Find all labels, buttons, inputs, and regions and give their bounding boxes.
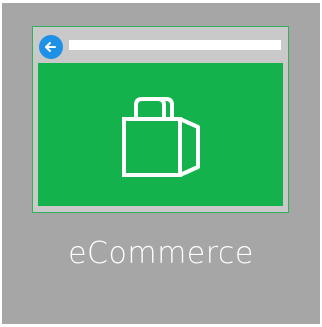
- ecommerce-tile[interactable]: eCommerce: [2, 3, 320, 324]
- window-content: [38, 63, 283, 206]
- browser-window-illustration: [32, 26, 289, 213]
- shopping-bag-icon: [122, 97, 200, 177]
- address-bar: [69, 40, 281, 50]
- arrow-left-icon: [39, 35, 63, 59]
- tile-label: eCommerce: [68, 236, 254, 271]
